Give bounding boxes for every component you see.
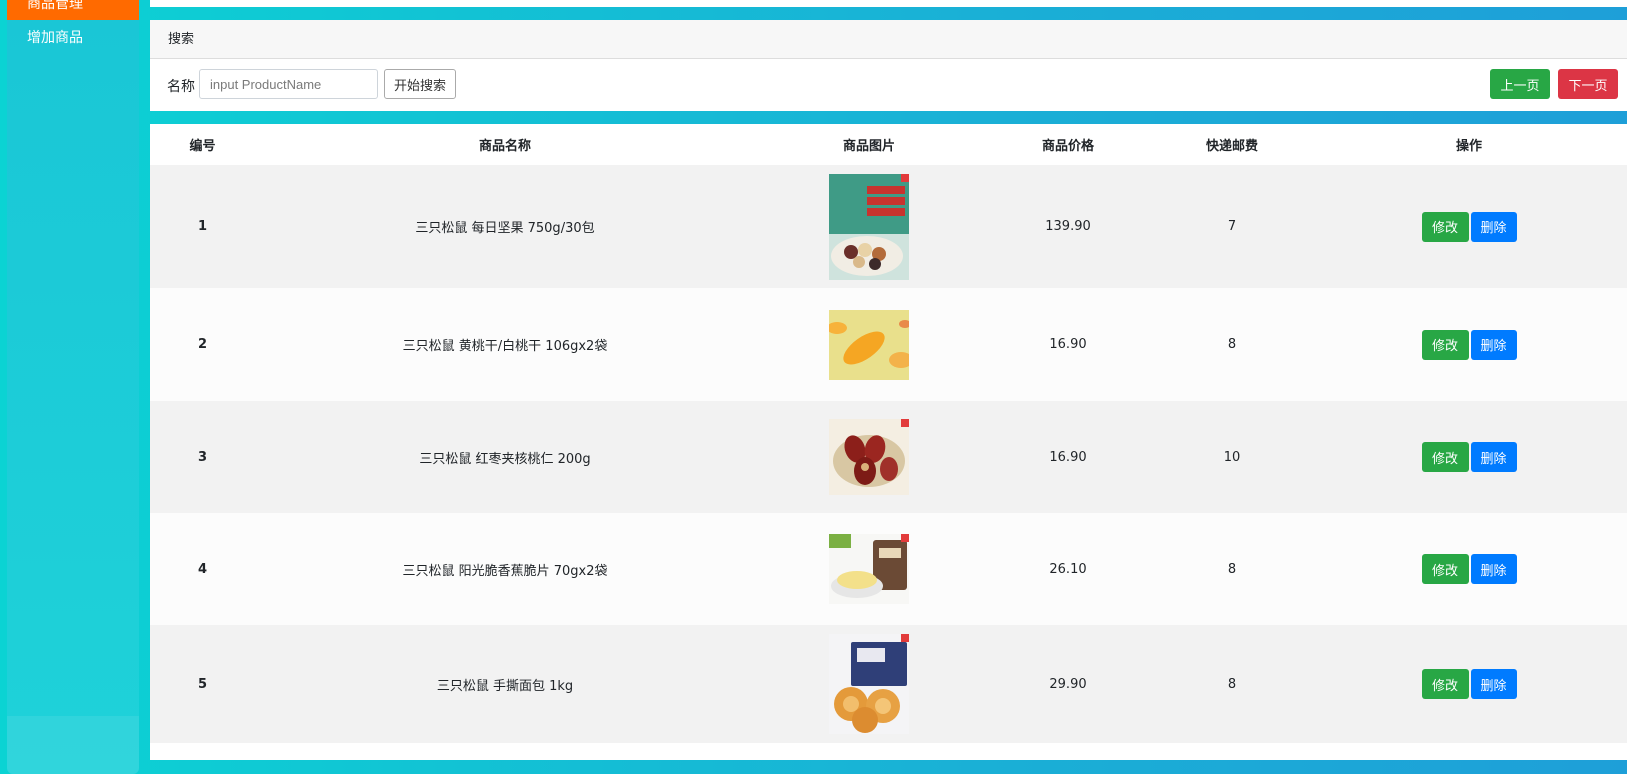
table-row: 3 三只松鼠 红枣夹核桃仁 200g 16.90 10 修改 删除 bbox=[150, 401, 1627, 513]
delete-button[interactable]: 删除 bbox=[1470, 329, 1517, 360]
column-header-name: 商品名称 bbox=[255, 124, 755, 165]
table-header-row: 编号 商品名称 商品图片 商品价格 快递邮费 操作 bbox=[150, 124, 1627, 165]
edit-button[interactable]: 修改 bbox=[1421, 329, 1469, 360]
cell-id: 1 bbox=[197, 219, 208, 234]
sidebar: 商品管理 增加商品 bbox=[7, 0, 139, 774]
cell-shipping: 8 bbox=[1227, 561, 1237, 577]
cell-price: 16.90 bbox=[1049, 337, 1087, 352]
name-label: 名称 bbox=[167, 79, 195, 95]
cell-actions: 修改 删除 bbox=[1311, 288, 1627, 401]
cell-id: 4 bbox=[197, 561, 208, 577]
product-image-nut-gift-box bbox=[829, 173, 909, 280]
sidebar-item-add-product[interactable]: 增加商品 bbox=[27, 28, 83, 48]
table-row: 5 三只松鼠 手撕面包 1kg 29.90 8 修改 删除 bbox=[150, 625, 1627, 743]
product-table: 编号 商品名称 商品图片 商品价格 快递邮费 操作 1 三只松鼠 每日坚果 75… bbox=[150, 124, 1627, 743]
cell-price: 139.90 bbox=[1045, 219, 1091, 234]
cell-actions: 修改 删除 bbox=[1311, 165, 1627, 288]
cell-id: 3 bbox=[197, 449, 208, 465]
cell-price: 29.90 bbox=[1049, 676, 1087, 692]
top-panel bbox=[150, 0, 1627, 7]
product-image-jujube-walnut bbox=[829, 419, 909, 495]
delete-button[interactable]: 删除 bbox=[1470, 669, 1517, 699]
cell-actions: 修改 删除 bbox=[1311, 401, 1627, 513]
table-row: 4 三只松鼠 阳光脆香蕉脆片 70gx2袋 26.10 8 修改 删除 bbox=[150, 513, 1627, 625]
delete-button[interactable]: 删除 bbox=[1470, 442, 1517, 472]
cell-id: 2 bbox=[197, 337, 208, 352]
cell-id: 5 bbox=[197, 676, 208, 692]
cell-actions: 修改 删除 bbox=[1311, 625, 1627, 743]
search-panel: 搜索 名称 开始搜索 上一页 下一页 bbox=[150, 20, 1627, 111]
sidebar-footer bbox=[7, 716, 139, 774]
cell-image bbox=[755, 513, 983, 625]
product-name-input[interactable] bbox=[199, 69, 378, 99]
cell-shipping: 8 bbox=[1227, 337, 1237, 352]
cell-actions: 修改 删除 bbox=[1311, 513, 1627, 625]
column-header-image: 商品图片 bbox=[755, 124, 983, 165]
edit-button[interactable]: 修改 bbox=[1421, 554, 1469, 584]
cell-shipping: 7 bbox=[1227, 219, 1237, 234]
next-page-button[interactable]: 下一页 bbox=[1558, 69, 1618, 99]
column-header-actions: 操作 bbox=[1311, 124, 1627, 165]
prev-page-button[interactable]: 上一页 bbox=[1490, 69, 1550, 99]
cell-name: 三只松鼠 每日坚果 750g/30包 bbox=[415, 221, 595, 236]
cell-name: 三只松鼠 红枣夹核桃仁 200g bbox=[419, 451, 591, 467]
table-row: 2 三只松鼠 黄桃干/白桃干 106gx2袋 16.90 8 修改 删除 bbox=[150, 288, 1627, 401]
product-image-banana-chips bbox=[829, 534, 909, 604]
cell-shipping: 10 bbox=[1223, 449, 1241, 465]
edit-button[interactable]: 修改 bbox=[1421, 442, 1469, 472]
table-row: 1 三只松鼠 每日坚果 750g/30包 139.90 7 修改 删除 bbox=[150, 165, 1627, 288]
column-header-id: 编号 bbox=[150, 124, 255, 165]
delete-button[interactable]: 删除 bbox=[1470, 554, 1517, 584]
cell-name: 三只松鼠 阳光脆香蕉脆片 70gx2袋 bbox=[402, 563, 608, 579]
cell-shipping: 8 bbox=[1227, 676, 1237, 692]
column-header-price: 商品价格 bbox=[983, 124, 1153, 165]
cell-image bbox=[755, 288, 983, 401]
cell-image bbox=[755, 165, 983, 288]
sidebar-item-product-management[interactable]: 商品管理 bbox=[7, 0, 139, 20]
product-image-dried-peach bbox=[829, 309, 909, 380]
cell-image bbox=[755, 401, 983, 513]
cell-name: 三只松鼠 手撕面包 1kg bbox=[436, 678, 574, 694]
search-button[interactable]: 开始搜索 bbox=[384, 69, 456, 99]
search-panel-body: 名称 开始搜索 上一页 下一页 bbox=[150, 59, 1627, 111]
search-panel-header: 搜索 bbox=[150, 20, 1627, 59]
edit-button[interactable]: 修改 bbox=[1421, 211, 1469, 242]
edit-button[interactable]: 修改 bbox=[1421, 669, 1469, 699]
product-image-hand-torn-bread bbox=[829, 634, 909, 734]
column-header-shipping: 快递邮费 bbox=[1153, 124, 1311, 165]
delete-button[interactable]: 删除 bbox=[1470, 211, 1517, 242]
cell-name: 三只松鼠 黄桃干/白桃干 106gx2袋 bbox=[402, 339, 608, 354]
cell-image bbox=[755, 625, 983, 743]
cell-price: 16.90 bbox=[1049, 449, 1087, 465]
cell-price: 26.10 bbox=[1049, 561, 1087, 577]
product-table-panel: 编号 商品名称 商品图片 商品价格 快递邮费 操作 1 三只松鼠 每日坚果 75… bbox=[150, 124, 1627, 760]
